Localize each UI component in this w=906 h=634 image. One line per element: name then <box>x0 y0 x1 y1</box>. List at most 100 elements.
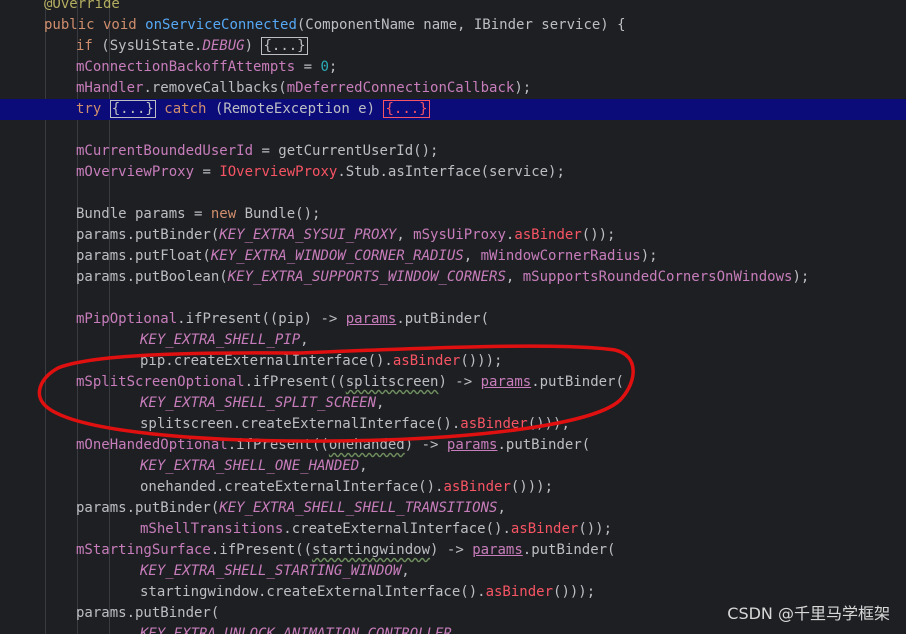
code-token: ()); <box>578 521 613 537</box>
code-token: asBinder <box>510 521 579 537</box>
code-line[interactable]: params.putBoolean(KEY_EXTRA_SUPPORTS_WIN… <box>0 267 906 288</box>
code-token: KEY_EXTRA_SHELL_SPLIT_SCREEN <box>140 395 377 411</box>
code-line[interactable]: mPipOptional.ifPresent((pip) -> params.p… <box>0 309 906 330</box>
code-token: ); <box>514 80 532 96</box>
code-token: , <box>451 626 461 634</box>
code-token: params <box>472 542 523 558</box>
code-token: KEY_EXTRA_WINDOW_CORNER_RADIUS <box>210 248 464 264</box>
code-token: .putBinder( <box>531 374 624 390</box>
code-token: KEY_EXTRA_SUPPORTS_WINDOW_CORNERS <box>227 269 506 285</box>
code-line[interactable]: mCurrentBoundedUserId = getCurrentUserId… <box>0 141 906 162</box>
code-token: ())); <box>510 479 554 495</box>
code-token: KEY_EXTRA_UNLOCK_ANIMATION_CONTROLLER <box>140 626 452 634</box>
code-line[interactable]: KEY_EXTRA_SHELL_SPLIT_SCREEN, <box>0 393 906 414</box>
code-token: mSupportsRoundedCornersOnWindows <box>522 269 793 285</box>
code-line[interactable]: public void onServiceConnected(Component… <box>0 15 906 36</box>
code-line[interactable] <box>0 183 906 204</box>
code-line[interactable]: mShellTransitions.createExternalInterfac… <box>0 519 906 540</box>
code-line[interactable]: onehanded.createExternalInterface().asBi… <box>0 477 906 498</box>
code-token: params <box>480 374 532 390</box>
code-token: ())); <box>553 584 596 600</box>
code-token: params.putFloat( <box>76 248 211 264</box>
code-line[interactable]: try {...} catch (RemoteException e) {...… <box>0 99 906 120</box>
folded-code-block[interactable]: {...} <box>383 100 430 118</box>
code-line[interactable]: if (SysUiState.DEBUG) {...} <box>0 36 906 57</box>
code-token: .ifPresent(( <box>227 437 329 453</box>
code-line[interactable]: mSplitScreenOptional.ifPresent((splitscr… <box>0 372 906 393</box>
code-line[interactable]: splitscreen.createExternalInterface().as… <box>0 414 906 435</box>
code-line[interactable]: KEY_EXTRA_SHELL_ONE_HANDED, <box>0 456 906 477</box>
code-line[interactable]: mStartingSurface.ifPresent((startingwind… <box>0 540 906 561</box>
code-line[interactable]: mHandler.removeCallbacks(mDeferredConnec… <box>0 78 906 99</box>
code-token: .ifPresent((pip) -> <box>177 311 346 327</box>
code-token: @Override <box>44 0 120 12</box>
code-token: IOverviewProxy <box>219 164 338 180</box>
code-line[interactable]: KEY_EXTRA_SHELL_STARTING_WINDOW, <box>0 561 906 582</box>
code-token: onServiceConnected <box>145 17 297 33</box>
code-token: .putBinder( <box>497 437 591 453</box>
code-token: try <box>76 101 110 117</box>
code-token: catch <box>155 101 215 117</box>
code-token: mCurrentBoundedUserId <box>76 143 254 159</box>
code-token: KEY_EXTRA_SYSUI_PROXY <box>219 227 397 243</box>
code-token: new <box>210 206 245 222</box>
code-token: .putBinder( <box>396 311 490 327</box>
code-token: mStartingSurface <box>76 542 211 558</box>
code-token: = <box>295 59 321 75</box>
code-line[interactable] <box>0 120 906 141</box>
code-token: KEY_EXTRA_SHELL_PIP <box>140 332 301 348</box>
code-token: ); <box>792 269 810 285</box>
code-token: .createExternalInterface(). <box>283 521 511 537</box>
code-token: DEBUG <box>202 38 245 54</box>
code-token: mHandler <box>76 80 144 96</box>
code-line[interactable]: Bundle params = new Bundle(); <box>0 204 906 225</box>
code-token: asBinder <box>443 479 511 495</box>
code-token: , <box>401 563 410 579</box>
code-token: ) -> <box>404 437 447 453</box>
code-line[interactable]: params.putFloat(KEY_EXTRA_WINDOW_CORNER_… <box>0 246 906 267</box>
folded-code-block[interactable]: {...} <box>109 100 156 118</box>
code-token: .ifPresent(( <box>244 374 346 390</box>
code-token: mSplitScreenOptional <box>76 374 245 390</box>
code-token: asBinder <box>514 227 582 243</box>
code-token: ) -> <box>430 542 473 558</box>
code-token: params.putBinder( <box>76 605 220 621</box>
code-token: ())); <box>460 353 503 369</box>
code-token: (RemoteException e) <box>214 101 384 117</box>
code-token: Bundle(); <box>244 206 321 222</box>
code-token: , <box>300 332 309 348</box>
code-editor[interactable]: @Override public void onServiceConnected(… <box>0 0 906 634</box>
code-token: , <box>505 269 523 285</box>
code-token: KEY_EXTRA_SHELL_STARTING_WINDOW <box>140 563 402 579</box>
code-token: mConnectionBackoffAttempts <box>76 59 296 75</box>
code-token: .ifPresent(( <box>210 542 313 558</box>
code-line[interactable] <box>0 288 906 309</box>
code-line[interactable]: KEY_EXTRA_UNLOCK_ANIMATION_CONTROLLER, <box>0 624 906 634</box>
code-line[interactable]: mConnectionBackoffAttempts = 0; <box>0 57 906 78</box>
code-line[interactable]: mOneHandedOptional.ifPresent((onehanded)… <box>0 435 906 456</box>
code-token: asBinder <box>460 416 528 432</box>
code-token: ); <box>640 248 658 264</box>
code-token: asBinder <box>485 584 554 600</box>
watermark-text: CSDN @千里马学框架 <box>727 604 890 623</box>
code-token: ()); <box>581 227 616 243</box>
folded-code-block[interactable]: {...} <box>261 37 308 55</box>
code-token: params <box>345 311 397 327</box>
code-line[interactable]: params.putBinder(KEY_EXTRA_SHELL_SHELL_T… <box>0 498 906 519</box>
code-token: , <box>463 248 481 264</box>
code-token: .removeCallbacks( <box>143 80 287 96</box>
code-token: ())); <box>527 416 570 432</box>
code-line[interactable]: KEY_EXTRA_SHELL_PIP, <box>0 330 906 351</box>
code-token: Bundle params = <box>76 206 211 222</box>
code-line[interactable]: @Override <box>0 0 906 15</box>
code-token: ) -> <box>438 374 481 390</box>
code-token: 0 <box>320 59 329 75</box>
code-line[interactable]: params.putBinder(KEY_EXTRA_SYSUI_PROXY, … <box>0 225 906 246</box>
code-token: mSysUiProxy <box>413 227 506 243</box>
code-line[interactable]: pip.createExternalInterface().asBinder()… <box>0 351 906 372</box>
code-token: mShellTransitions <box>140 521 284 537</box>
code-line[interactable]: mOverviewProxy = IOverviewProxy.Stub.asI… <box>0 162 906 183</box>
code-token: ) <box>244 38 262 54</box>
code-token: = <box>194 164 220 180</box>
code-token: startingwindow.createExternalInterface()… <box>140 584 486 600</box>
